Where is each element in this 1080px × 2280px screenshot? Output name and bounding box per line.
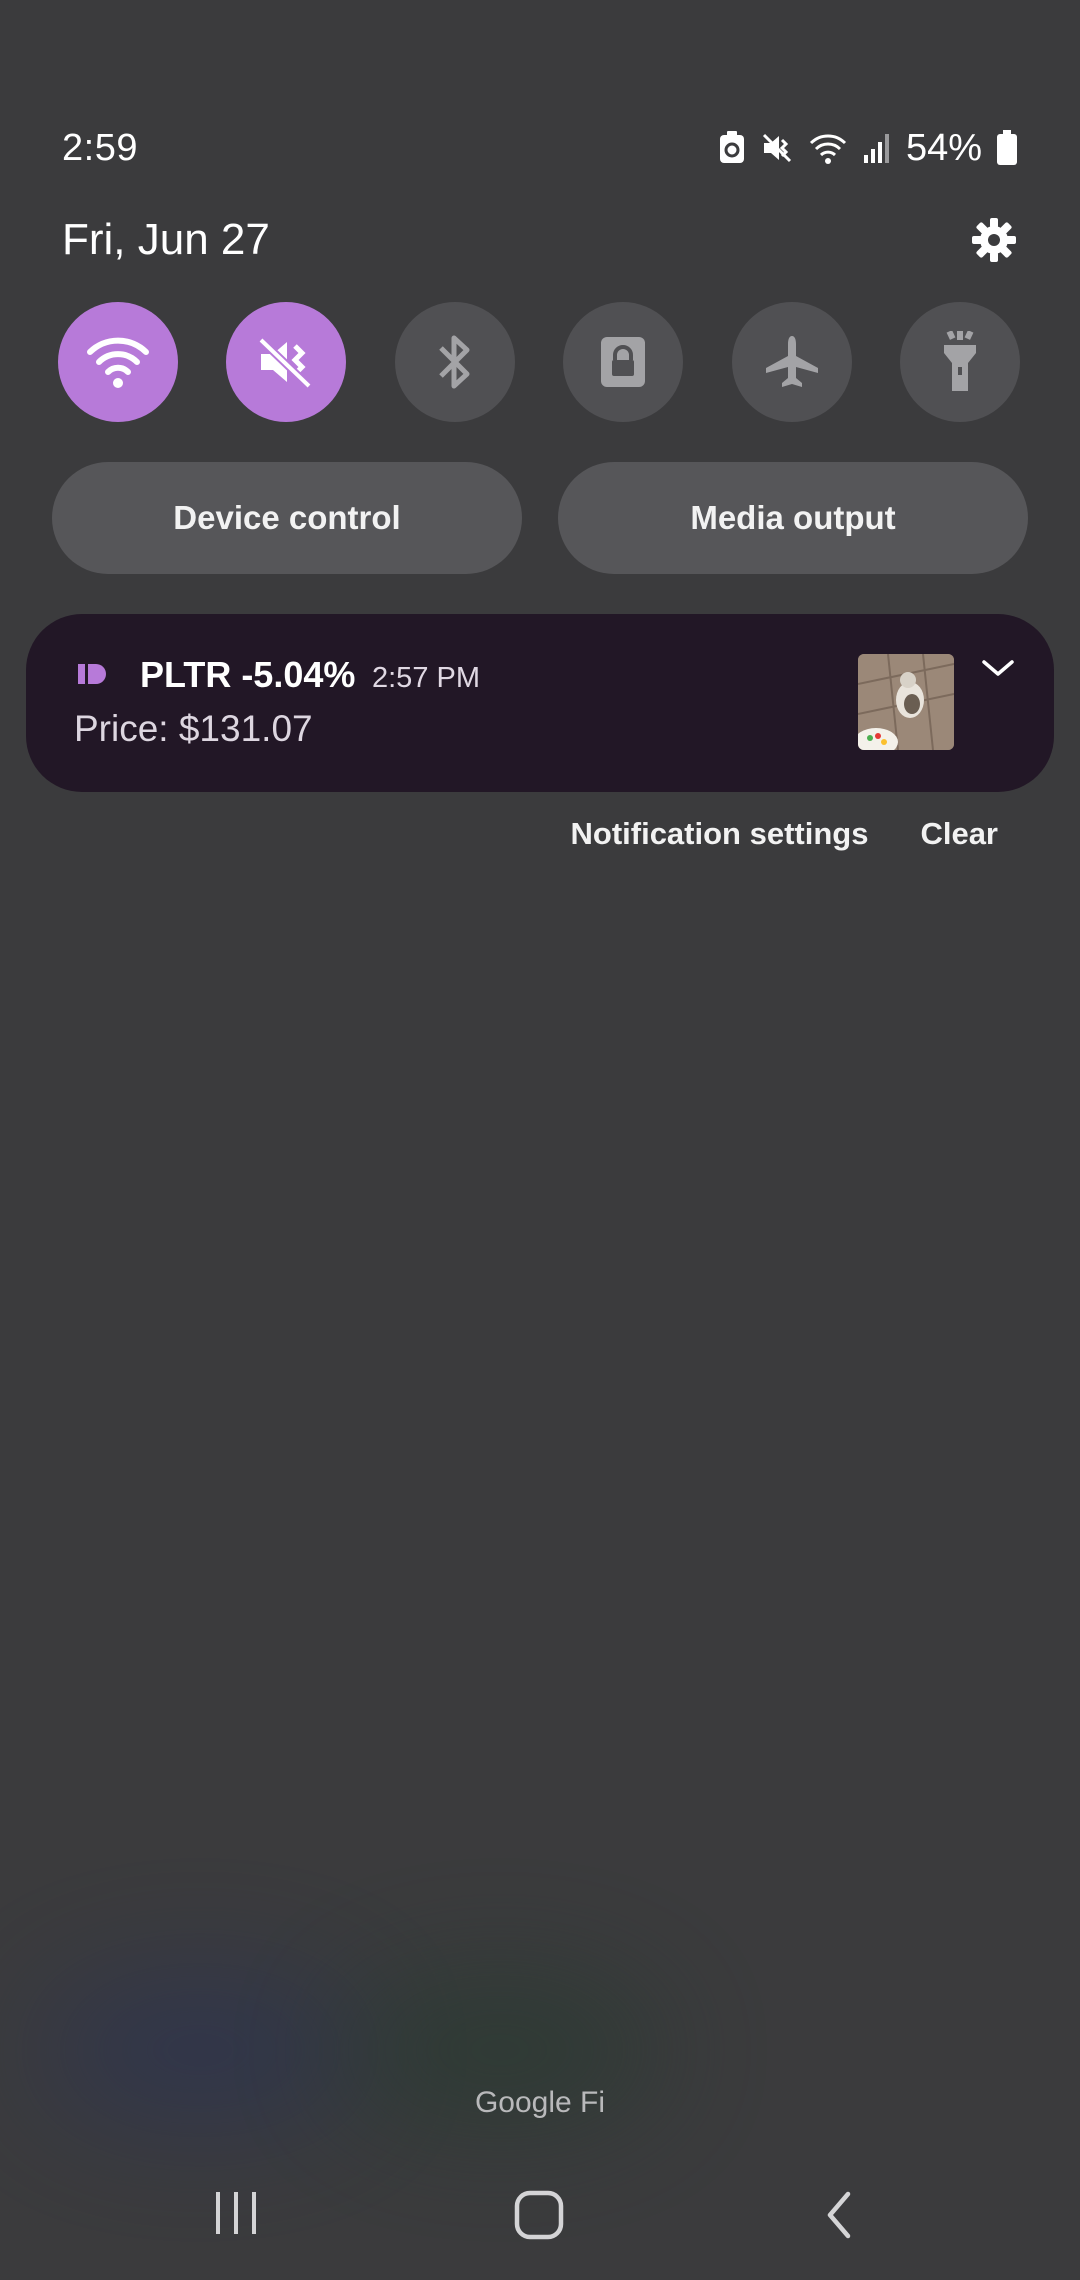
flashlight-toggle[interactable] (899, 302, 1020, 422)
clear-button[interactable]: Clear (920, 816, 998, 852)
quick-panel-buttons: Device control Media output (52, 462, 1028, 574)
notification-time: 2:57 PM (372, 662, 480, 694)
flashlight-icon (943, 331, 976, 391)
wifi-icon (809, 134, 846, 164)
mute-icon (258, 337, 313, 389)
battery-percent: 54% (905, 126, 982, 169)
device-control-button[interactable]: Device control (52, 462, 522, 574)
signal-icon (863, 134, 889, 163)
mute-toggle[interactable] (226, 302, 347, 422)
chevron-down-icon[interactable] (980, 656, 1016, 680)
battery-saver-icon (719, 131, 744, 163)
home-icon[interactable] (514, 2190, 564, 2240)
app-icon (78, 664, 106, 684)
status-icons: 54% (718, 127, 1018, 170)
back-icon[interactable] (822, 2190, 856, 2240)
battery-icon (997, 130, 1017, 165)
wifi-icon (87, 337, 149, 388)
carrier-label: Google Fi (474, 2086, 606, 2119)
rotation-lock-toggle[interactable] (563, 302, 684, 422)
airplane-mode-toggle[interactable] (731, 302, 852, 422)
wifi-toggle[interactable] (58, 302, 178, 422)
bluetooth-toggle[interactable] (394, 302, 515, 422)
notification-actions: Notification settings Clear (571, 816, 999, 852)
bluetooth-icon (439, 335, 470, 389)
date-row: Fri, Jun 27 (62, 210, 1018, 270)
quick-settings-toggles (58, 302, 1020, 422)
navigation-bar (0, 2178, 1080, 2258)
status-bar: 2:59 54% (62, 120, 1018, 176)
notification-settings-button[interactable]: Notification settings (571, 816, 869, 852)
status-time: 2:59 (62, 126, 138, 169)
lock-icon (601, 337, 646, 387)
recents-icon[interactable] (212, 2190, 262, 2236)
notification-title: PLTR -5.04% (140, 654, 356, 695)
notification-thumbnail (858, 654, 954, 750)
notification-card[interactable]: PLTR -5.04% 2:57 PM Price: $131.07 (26, 614, 1054, 792)
mute-icon (762, 133, 791, 163)
airplane-icon (765, 336, 818, 387)
gear-icon[interactable] (970, 216, 1018, 264)
thumbnail-image (858, 654, 954, 750)
date-label: Fri, Jun 27 (62, 215, 270, 264)
notification-body: Price: $131.07 (74, 708, 313, 749)
media-output-button[interactable]: Media output (558, 462, 1028, 574)
